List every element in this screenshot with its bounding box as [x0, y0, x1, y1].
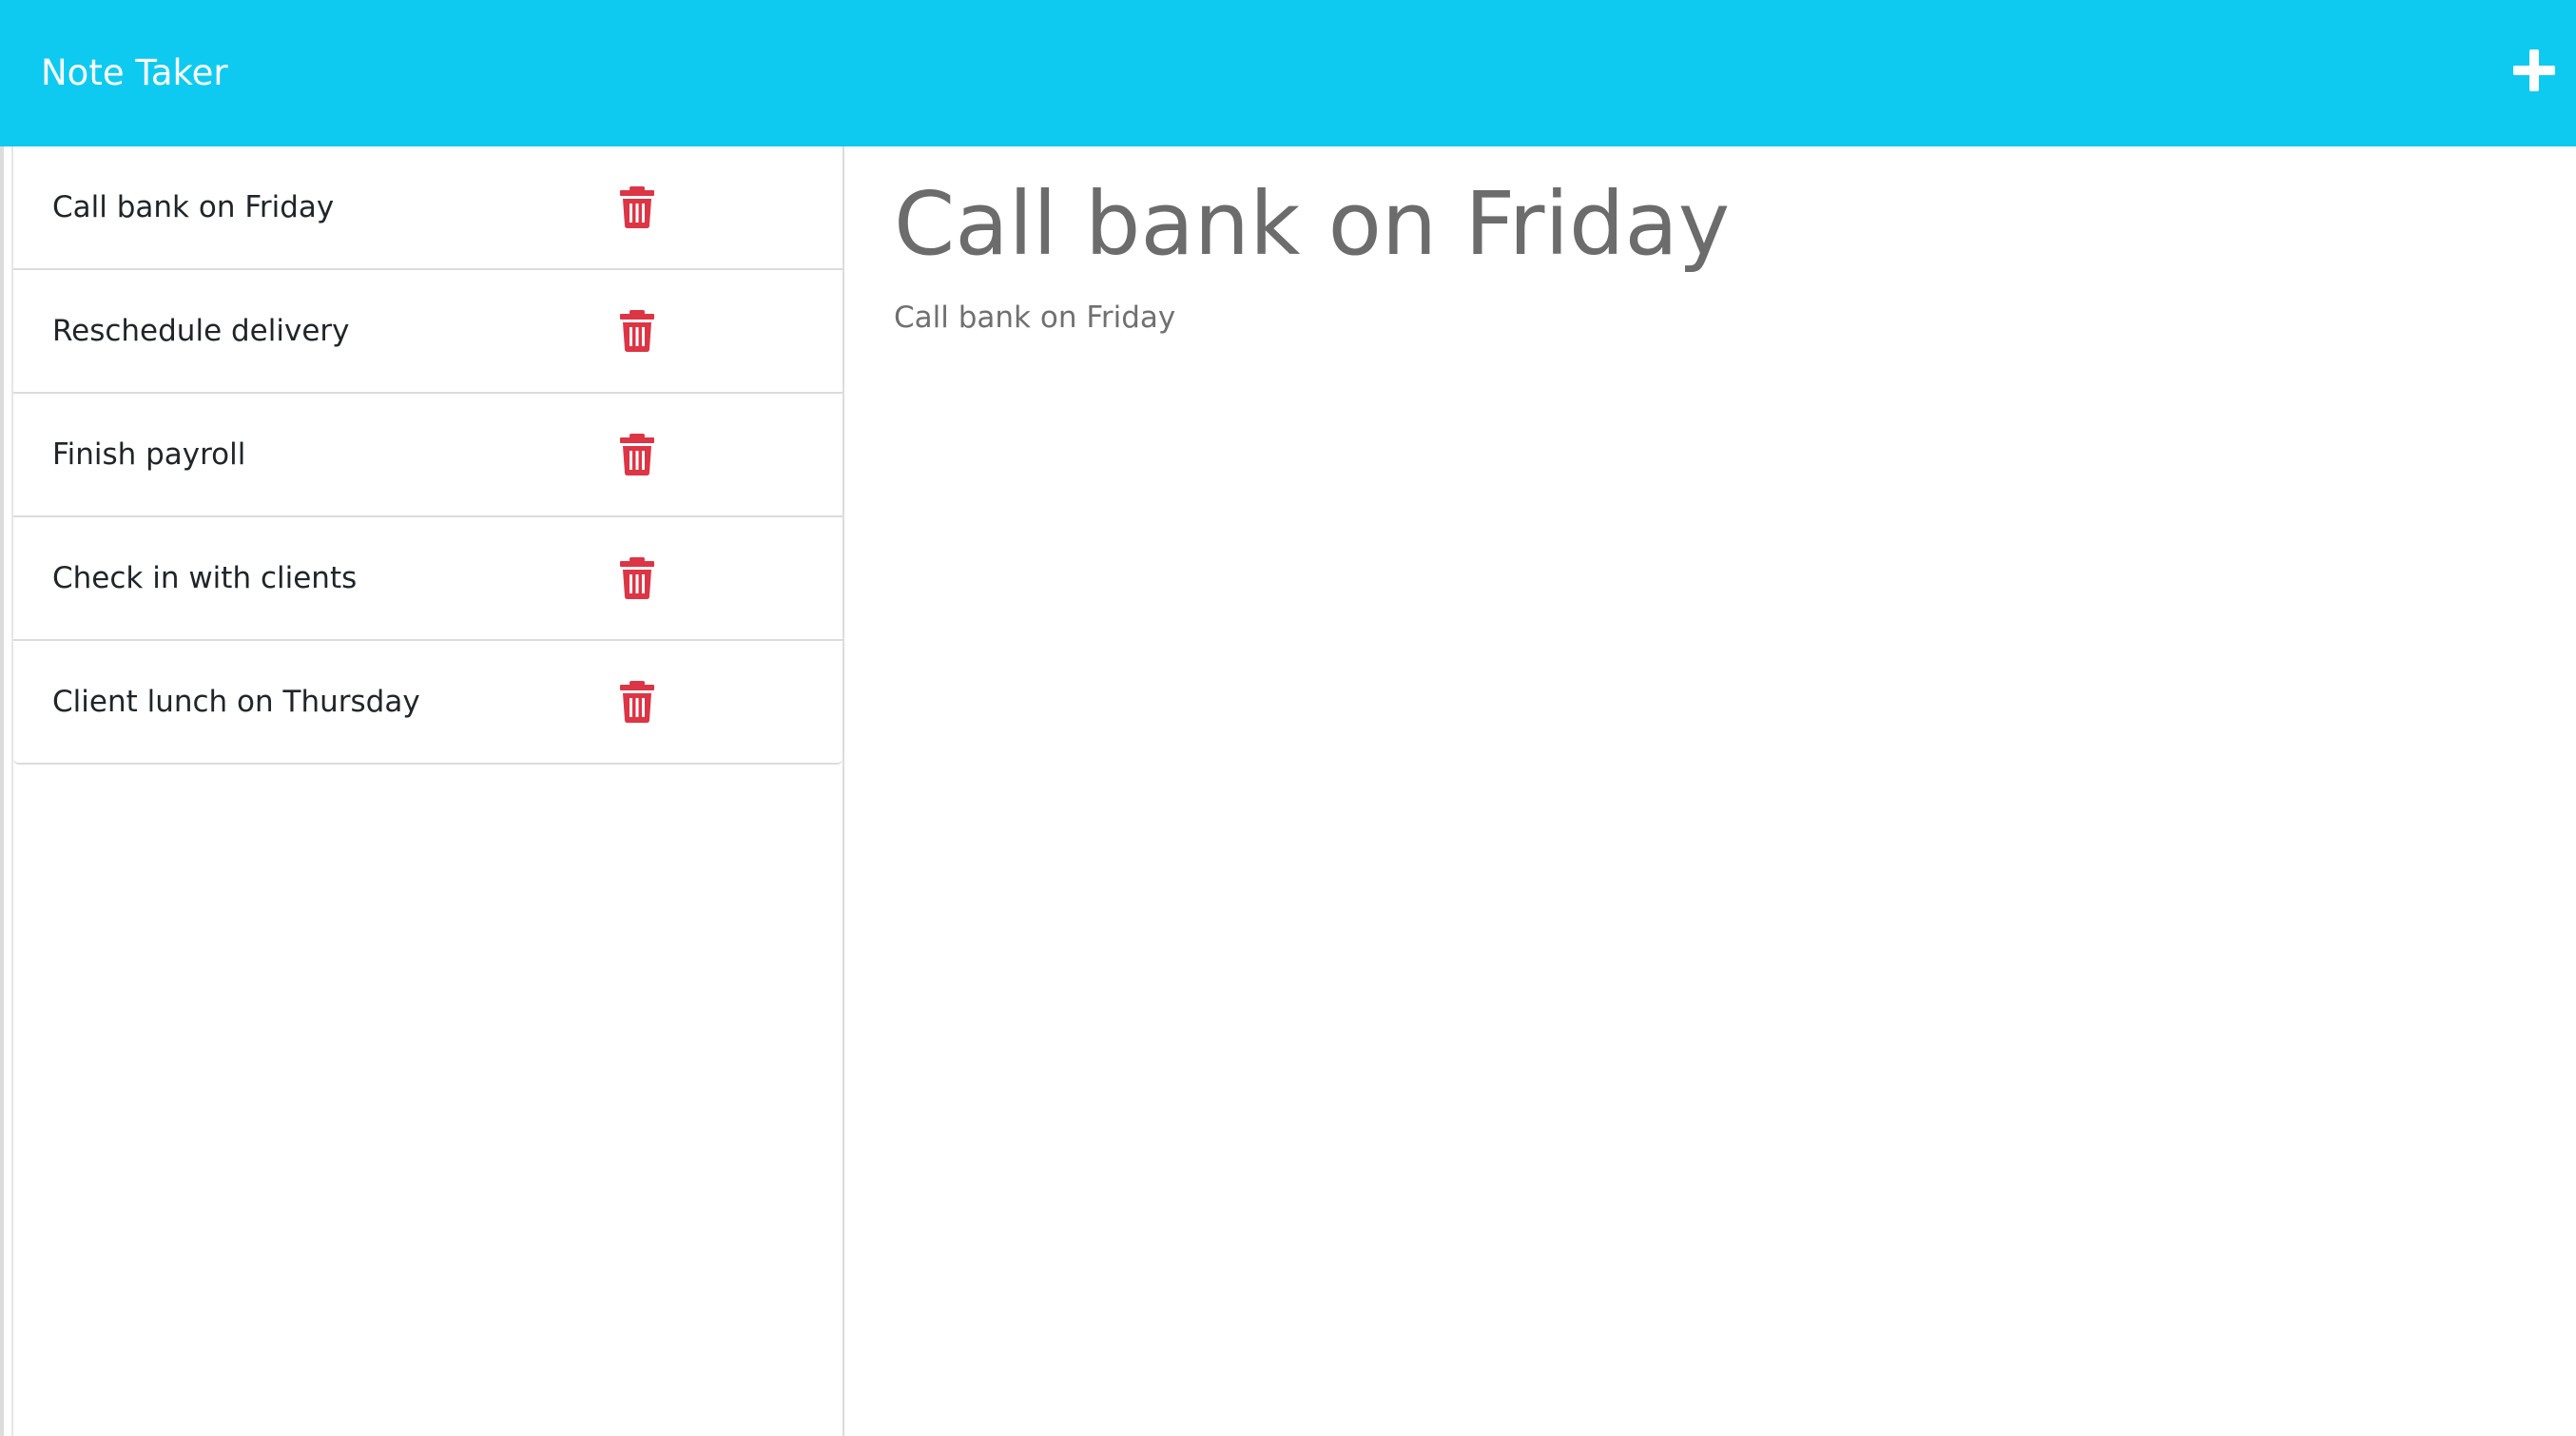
note-list-item-title[interactable]: Reschedule delivery [52, 270, 349, 392]
plus-icon[interactable] [2511, 44, 2557, 97]
note-list: Call bank on Friday Reschedule delivery [13, 146, 843, 765]
note-detail-panel: Call bank on Friday Call bank on Friday [844, 146, 2576, 1436]
app-title[interactable]: Note Taker [41, 0, 228, 146]
trash-icon[interactable] [620, 434, 654, 475]
note-text-area[interactable]: Call bank on Friday [894, 301, 1175, 335]
navbar: Note Taker [0, 0, 2576, 146]
note-list-item[interactable]: Reschedule delivery [13, 270, 843, 394]
note-list-item[interactable]: Finish payroll [13, 394, 843, 517]
note-list-item[interactable]: Client lunch on Thursday [13, 641, 843, 765]
note-list-item-title[interactable]: Finish payroll [52, 394, 245, 515]
trash-icon[interactable] [620, 557, 654, 599]
trash-icon[interactable] [620, 310, 654, 352]
note-list-item[interactable]: Check in with clients [13, 517, 843, 641]
note-title-input[interactable]: Call bank on Friday [894, 173, 1730, 275]
note-list-sidebar: Call bank on Friday Reschedule delivery [0, 146, 844, 1436]
note-list-item-title[interactable]: Check in with clients [52, 517, 357, 639]
trash-icon[interactable] [620, 186, 654, 228]
note-list-item[interactable]: Call bank on Friday [13, 146, 843, 270]
note-list-item-title[interactable]: Client lunch on Thursday [52, 641, 420, 763]
trash-icon[interactable] [620, 681, 654, 723]
note-list-item-title[interactable]: Call bank on Friday [52, 146, 334, 268]
note-list-container: Call bank on Friday Reschedule delivery [11, 146, 843, 1436]
